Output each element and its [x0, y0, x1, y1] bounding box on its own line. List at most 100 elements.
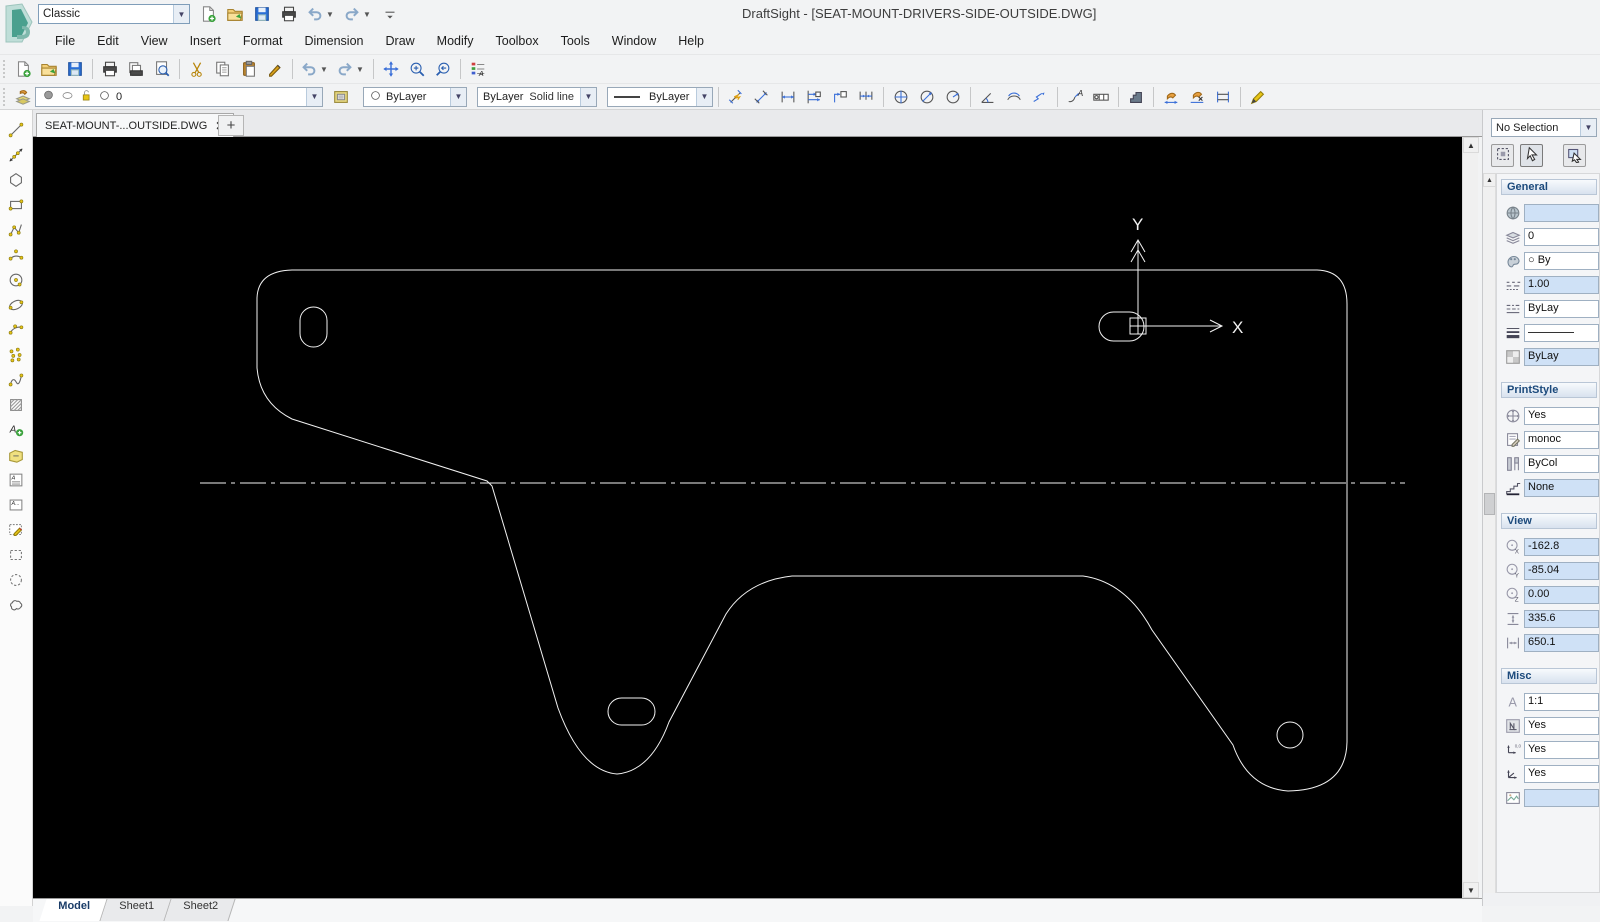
layers-manager-button[interactable]: A: [466, 57, 490, 81]
chevron-down-icon[interactable]: ▼: [173, 5, 189, 23]
scroll-up-arrow[interactable]: ▲: [1463, 137, 1479, 153]
new-file-button[interactable]: [11, 57, 35, 81]
drawing-canvas[interactable]: YX: [33, 137, 1462, 898]
pan-button[interactable]: [379, 57, 403, 81]
menu-dimension[interactable]: Dimension: [293, 30, 374, 52]
layers-palette-button[interactable]: [11, 85, 35, 109]
lineweight-combobox[interactable]: ByLayer ▼: [607, 86, 713, 107]
document-tab[interactable]: SEAT-MOUNT-...OUTSIDE.DWG ✕: [36, 113, 235, 137]
section-header-misc[interactable]: Misc: [1501, 668, 1597, 684]
menu-draw[interactable]: Draw: [375, 30, 426, 52]
section-header-view[interactable]: View: [1501, 513, 1597, 529]
open-file-button[interactable]: [223, 2, 247, 26]
chevron-down-icon[interactable]: ▼: [1580, 119, 1596, 136]
property-field-ucs-origin[interactable]: Yes: [1524, 741, 1599, 759]
multiple-points-tool-button[interactable]: [3, 345, 29, 370]
chevron-down-icon[interactable]: ▼: [580, 87, 596, 106]
canvas-vertical-scrollbar[interactable]: ▲ ▼: [1462, 137, 1479, 898]
continued-dimension-button[interactable]: [854, 85, 878, 109]
center-mark-button[interactable]: [889, 85, 913, 109]
property-field-extent-height[interactable]: 335.6: [1524, 610, 1599, 628]
undo-button[interactable]: ▼: [304, 2, 338, 26]
dimension-style-button[interactable]: [1124, 85, 1148, 109]
chevron-down-icon[interactable]: ▼: [324, 10, 336, 19]
sheet-tab-sheet2[interactable]: Sheet2: [164, 899, 236, 921]
insert-block-tool-button[interactable]: A: [3, 420, 29, 445]
scroll-down-arrow[interactable]: ▼: [1463, 882, 1479, 898]
property-field-lineweight[interactable]: [1524, 324, 1599, 342]
elliptical-arc-tool-button[interactable]: [3, 320, 29, 345]
brush-button[interactable]: [263, 57, 287, 81]
property-field-ucs-box[interactable]: Yes: [1524, 717, 1599, 735]
property-field-coord-y[interactable]: -85.04: [1524, 562, 1599, 580]
simple-note-tool-button[interactable]: A...: [3, 495, 29, 520]
sheet-properties-button[interactable]: [329, 85, 353, 109]
menu-view[interactable]: View: [130, 30, 179, 52]
undo-button[interactable]: ▼: [298, 57, 332, 81]
menu-edit[interactable]: Edit: [86, 30, 130, 52]
spline-tool-button[interactable]: [3, 370, 29, 395]
property-field-linetype[interactable]: ByLay: [1524, 300, 1599, 318]
new-file-button[interactable]: [196, 2, 220, 26]
property-field-print-target[interactable]: Yes: [1524, 407, 1599, 425]
chevron-down-icon[interactable]: ▼: [450, 87, 466, 106]
menu-help[interactable]: Help: [667, 30, 715, 52]
property-field-coord-x[interactable]: -162.8: [1524, 538, 1599, 556]
menu-format[interactable]: Format: [232, 30, 294, 52]
print-button[interactable]: [98, 57, 122, 81]
selection-combobox[interactable]: No Selection ▼: [1491, 118, 1597, 137]
toolbar-grip[interactable]: [2, 59, 7, 79]
property-field-extent-width[interactable]: 650.1: [1524, 634, 1599, 652]
property-field-print-table[interactable]: ByCol: [1524, 455, 1599, 473]
select-cursor-button[interactable]: [1520, 144, 1543, 167]
radius-dimension-button[interactable]: [941, 85, 965, 109]
scrollbar-thumb[interactable]: [1484, 493, 1495, 515]
select-entities-button[interactable]: [1491, 144, 1514, 167]
sheet-tab-sheet1[interactable]: Sheet1: [100, 899, 172, 921]
paste-button[interactable]: [237, 57, 261, 81]
define-region-tool-button[interactable]: [3, 545, 29, 570]
section-header-printstyle[interactable]: PrintStyle: [1501, 382, 1597, 398]
linear-dimension-button[interactable]: [776, 85, 800, 109]
chevron-down-icon[interactable]: ▼: [354, 65, 366, 74]
chevron-down-icon[interactable]: ▼: [361, 10, 373, 19]
redo-button[interactable]: ▼: [341, 2, 375, 26]
arc-length-dimension-button[interactable]: [1002, 85, 1026, 109]
redo-button[interactable]: ▼: [334, 57, 368, 81]
property-field-picture[interactable]: [1524, 789, 1599, 807]
property-field-print-order[interactable]: None: [1524, 479, 1599, 497]
property-field-transparency[interactable]: ByLay: [1524, 348, 1599, 366]
palm-adjust-button[interactable]: [1159, 85, 1183, 109]
polyline-tool-button[interactable]: [3, 220, 29, 245]
scroll-up-arrow[interactable]: ▲: [1483, 173, 1496, 187]
toolbar-options-button[interactable]: [378, 2, 402, 26]
menu-toolbox[interactable]: Toolbox: [485, 30, 550, 52]
cut-button[interactable]: [185, 57, 209, 81]
line-tool-button[interactable]: [3, 120, 29, 145]
print-button[interactable]: [277, 2, 301, 26]
print-batch-button[interactable]: [124, 57, 148, 81]
linecolor-combobox[interactable]: ByLayer ▼: [363, 86, 467, 107]
rectangle-tool-button[interactable]: [3, 195, 29, 220]
palm-reset-button[interactable]: [1185, 85, 1209, 109]
angular-dimension-button[interactable]: [976, 85, 1000, 109]
menu-file[interactable]: File: [44, 30, 86, 52]
rich-text-tool-button[interactable]: A: [3, 470, 29, 495]
property-field-color[interactable]: ○ By: [1524, 252, 1599, 270]
linestyle-combobox[interactable]: ByLayer Solid line ▼: [477, 86, 597, 107]
zoom-dynamic-button[interactable]: [405, 57, 429, 81]
select-window-button[interactable]: [1563, 144, 1586, 167]
make-block-tool-button[interactable]: [3, 445, 29, 470]
zoom-back-button[interactable]: [431, 57, 455, 81]
arc-tool-button[interactable]: [3, 245, 29, 270]
menu-modify[interactable]: Modify: [426, 30, 485, 52]
chevron-down-icon[interactable]: ▼: [696, 87, 712, 106]
aligned-dimension-button[interactable]: [750, 85, 774, 109]
polygon-tool-button[interactable]: [3, 170, 29, 195]
panel-scrollbar[interactable]: ▲: [1483, 173, 1496, 893]
property-field-ucs-axes[interactable]: Yes: [1524, 765, 1599, 783]
save-file-button[interactable]: [250, 2, 274, 26]
boundary-tool-button[interactable]: [3, 570, 29, 595]
property-field-annotative[interactable]: 1:1: [1524, 693, 1599, 711]
sheet-tab-model[interactable]: Model: [39, 899, 108, 921]
